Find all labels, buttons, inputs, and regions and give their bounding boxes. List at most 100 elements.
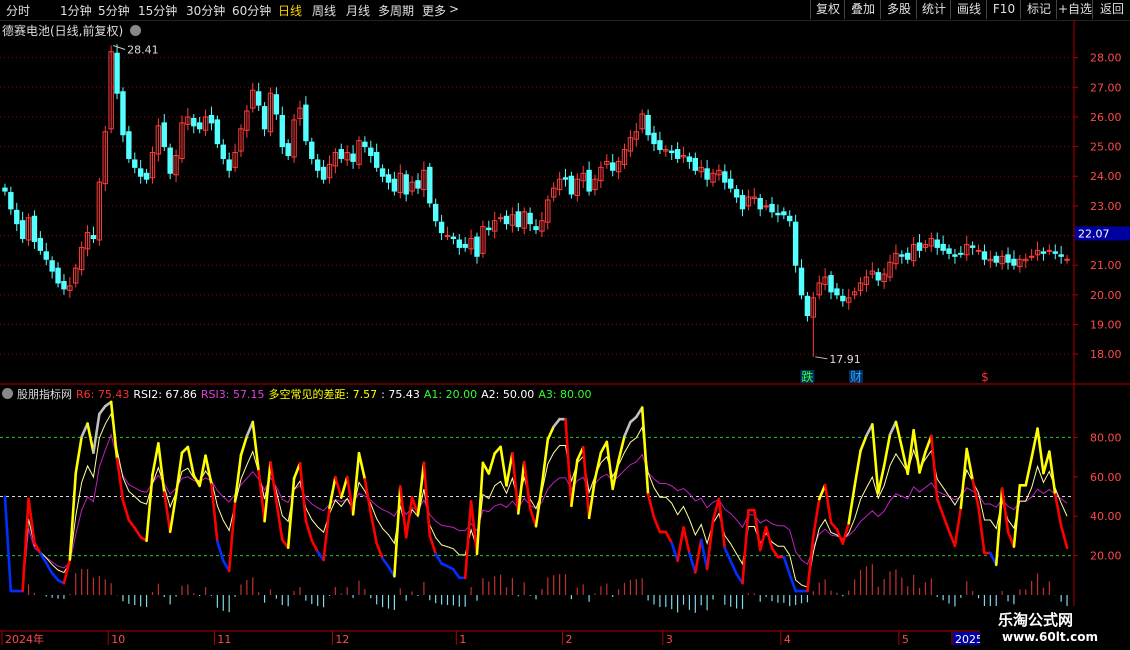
candle [840, 288, 846, 307]
r6-segment [699, 538, 709, 571]
candle-body [43, 251, 49, 260]
r6-segment [876, 464, 886, 495]
candle [8, 186, 14, 215]
candle [910, 237, 917, 267]
price-tick-label: 23.00 [1090, 200, 1122, 213]
r6-segment [121, 499, 131, 522]
candle [303, 96, 309, 146]
candle-body [1011, 258, 1017, 266]
r6-segment [664, 530, 674, 545]
candle-body [645, 114, 651, 136]
candle [137, 159, 144, 184]
candle [810, 291, 817, 357]
indicator-legend: 股朋指标网 R6: 75.43 RSI2: 67.86 RSI3: 57.15 多空常见… [2, 386, 596, 402]
candle [964, 235, 970, 261]
r6-segment [640, 406, 650, 496]
ind-tick-label: 40.00 [1090, 510, 1122, 523]
candle-body [916, 242, 923, 251]
candle [61, 274, 67, 295]
candle-body [787, 215, 793, 222]
candle-body [674, 149, 681, 159]
r6-segment [1000, 487, 1010, 534]
ind-tick-label: 20.00 [1090, 550, 1122, 563]
x-tick-label: 1 [459, 633, 466, 646]
r6-segment [806, 534, 815, 593]
r6-segment [263, 461, 272, 523]
event-marker: $ [981, 370, 989, 384]
candle [757, 194, 763, 217]
r6-segment [334, 475, 343, 499]
r6-segment [605, 440, 615, 491]
r6-segment [670, 541, 679, 563]
candle [804, 291, 811, 322]
candle-body [486, 227, 492, 231]
candle-body [362, 141, 368, 148]
candle [31, 210, 38, 249]
candle-body [403, 174, 409, 195]
candle [497, 213, 504, 223]
candle [704, 159, 710, 187]
candle [916, 234, 923, 258]
candle-body [255, 91, 262, 106]
candle [887, 254, 893, 282]
r6-segment [44, 561, 54, 575]
r6-segment [930, 434, 939, 501]
candle [279, 106, 285, 155]
candle-body [167, 147, 173, 174]
candle [421, 161, 427, 197]
candle-body [438, 221, 445, 234]
stock-title: 德赛电池(日线,前复权) [2, 24, 124, 38]
x-tick-label: 2 [566, 633, 573, 646]
candle [196, 116, 203, 134]
r6-segment [310, 539, 319, 554]
rsi3-line [4, 433, 1068, 592]
r6-segment [304, 519, 314, 542]
candle [202, 109, 209, 137]
candle [574, 173, 581, 202]
r6-segment [133, 526, 142, 539]
candle [185, 108, 191, 131]
candle [627, 130, 634, 157]
candle [120, 87, 126, 143]
candle-body [143, 172, 150, 180]
settings-circle-icon[interactable] [130, 25, 142, 36]
candle [787, 210, 793, 227]
candle [84, 225, 91, 257]
candle [669, 145, 675, 160]
candle-body [905, 252, 911, 260]
r6-segment [398, 485, 408, 539]
r6-segment [298, 462, 308, 523]
rsi2-line [4, 412, 1068, 592]
legend-entry: RSI3: 57.15 [200, 388, 265, 401]
candle-body [49, 260, 55, 272]
candle [1005, 247, 1011, 270]
candle-body [1028, 255, 1035, 258]
r6-segment [652, 516, 662, 534]
candle [1017, 254, 1023, 273]
watermark: 乐淘公式网 www.60lt.com [980, 606, 1130, 650]
price-tick-label: 28.00 [1090, 52, 1122, 65]
candle-body [497, 217, 504, 220]
candle [267, 87, 274, 137]
price-tick-label: 27.00 [1090, 81, 1122, 94]
candle [899, 250, 905, 264]
candle-body [320, 166, 327, 180]
indicator-toggle-icon[interactable] [2, 388, 13, 399]
legend-entry: R6: 75.43 [76, 388, 130, 401]
candle [486, 220, 492, 236]
candle [857, 277, 864, 297]
r6-segment [729, 559, 738, 576]
candle-body [462, 243, 468, 248]
r6-segment [1012, 484, 1022, 548]
candle [922, 239, 929, 252]
candle-body [432, 203, 439, 222]
r6-segment [98, 404, 107, 416]
candle [250, 82, 256, 113]
candle-body [686, 156, 693, 162]
r6-segment [186, 445, 196, 477]
candle [285, 139, 291, 160]
candle [710, 168, 716, 187]
candle [580, 165, 586, 189]
candle [456, 234, 462, 255]
candle-body [114, 52, 120, 94]
